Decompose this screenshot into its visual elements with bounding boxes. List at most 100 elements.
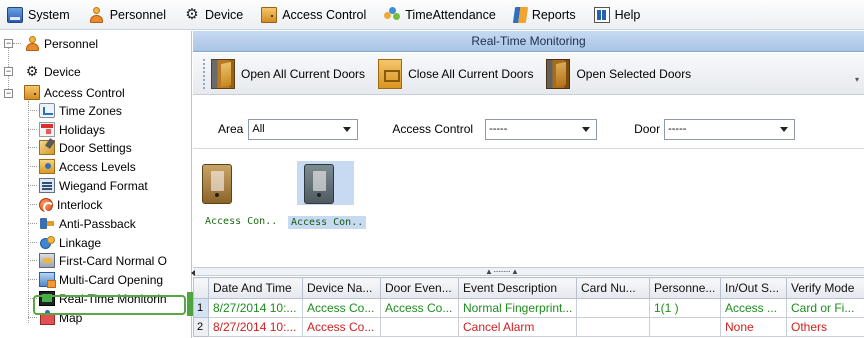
tree-item-door-settings[interactable]: Door Settings [28, 138, 132, 157]
tree-item-label: Interlock [57, 197, 103, 212]
tree-item-linkage[interactable]: Linkage [28, 233, 102, 252]
tree-item-personnel[interactable]: − Personnel [4, 34, 98, 53]
real-time-monitoring-highlight [33, 295, 186, 315]
anti-passback-icon [39, 216, 55, 231]
open-selected-door-icon [546, 58, 571, 89]
column-header[interactable]: Date And Time [208, 277, 303, 299]
table-cell: Cancel Alarm [458, 317, 577, 337]
menu-device-label: Device [204, 7, 244, 22]
open-all-doors-button[interactable]: Open All Current Doors [211, 58, 365, 89]
menu-time-attendance[interactable]: TimeAttendance [381, 4, 499, 26]
menu-help-label: Help [614, 7, 641, 22]
close-all-doors-label: Close All Current Doors [408, 66, 534, 81]
door-select[interactable]: ----- [664, 118, 796, 140]
panel-splitter[interactable]: ▲ ·········· ▲ [191, 267, 864, 276]
tree-item-label: Time Zones [59, 103, 122, 118]
multi-card-icon [39, 272, 56, 288]
access-control-icon [24, 85, 40, 100]
menu-personnel-label: Personnel [109, 7, 166, 22]
collapse-toggle-icon[interactable]: − [4, 67, 13, 76]
table-cell: None [720, 317, 787, 337]
door-select-value: ----- [668, 122, 687, 135]
area-label: Area [218, 122, 244, 136]
tree-item-label: Access Levels [59, 159, 136, 174]
tree-item-access-levels[interactable]: Access Levels [28, 157, 136, 176]
column-header[interactable]: Card Nu... [576, 277, 650, 299]
interlock-icon [39, 197, 54, 213]
menu-help[interactable]: Help [591, 4, 644, 26]
menu-reports-label: Reports [531, 7, 576, 22]
menu-system[interactable]: System [4, 4, 73, 26]
access-control-select[interactable]: ----- [485, 118, 598, 140]
system-icon [7, 6, 23, 23]
menu-access-control-label: Access Control [282, 7, 367, 22]
tree-item-label: Linkage [59, 235, 102, 250]
toolbar-overflow-icon[interactable]: ▾ [855, 76, 861, 84]
toolbar-grip[interactable] [203, 58, 206, 89]
door-label: Door [634, 122, 661, 136]
tree-item-interlock[interactable]: Interlock [28, 195, 103, 214]
menu-personnel[interactable]: Personnel [85, 4, 169, 26]
menu-time-attendance-label: TimeAttendance [405, 7, 496, 22]
tree-item-anti-passback[interactable]: Anti-Passback [28, 214, 136, 233]
door-label: Access Con.. [205, 216, 278, 227]
grid-header-row: Date And Time Device Na... Door Even... … [193, 277, 864, 299]
table-cell [380, 317, 459, 337]
menu-access-control[interactable]: Access Control [258, 4, 369, 26]
splitter-left-arrow-icon[interactable] [191, 270, 195, 276]
access-levels-icon [39, 159, 55, 174]
splitter-grip-icon[interactable]: ▲ ·········· ▲ [485, 268, 519, 276]
open-selected-doors-button[interactable]: Open Selected Doors [546, 58, 691, 89]
tree-item-label: Wiegand Format [59, 178, 148, 193]
menu-bar: System Personnel ⚙ Device Access Control… [0, 0, 864, 30]
tree-item-access-control[interactable]: − Access Control [4, 83, 125, 102]
tree-item-multi-card[interactable]: Multi-Card Opening [28, 270, 163, 289]
tree-item-label: First-Card Normal O [59, 253, 168, 268]
door-label: Access Con.. [288, 216, 367, 229]
table-cell: 8/27/2014 10:... [208, 317, 303, 337]
tree-item-label: Door Settings [59, 140, 132, 155]
door-item[interactable]: Access Con.. [197, 149, 287, 227]
collapse-toggle-icon[interactable]: − [4, 89, 13, 98]
tree-item-wiegand-format[interactable]: Wiegand Format [28, 176, 148, 195]
panel-title: Real-Time Monitoring [193, 31, 864, 52]
close-door-icon [378, 58, 403, 89]
chevron-down-icon [343, 126, 352, 132]
table-row[interactable]: 2 8/27/2014 10:... Access Co... Cancel A… [193, 317, 864, 337]
access-control-icon [261, 6, 278, 23]
table-cell: 1(1 ) [649, 298, 721, 318]
filter-row: Area All Access Control ----- Door ----- [193, 117, 864, 141]
table-cell: Card or Fi... [786, 298, 864, 318]
column-header[interactable]: Verify Mode [786, 277, 864, 299]
time-attendance-icon [384, 6, 401, 23]
tree-item-holidays[interactable]: Holidays [28, 120, 106, 139]
column-header[interactable]: Door Even... [380, 277, 459, 299]
table-cell: Access ... [720, 298, 787, 318]
table-row[interactable]: 1 8/27/2014 10:... Access Co... Access C… [193, 298, 864, 318]
table-cell [649, 317, 721, 337]
tree-item-time-zones[interactable]: Time Zones [28, 101, 122, 120]
tree-item-label: Holidays [59, 122, 106, 137]
column-header[interactable]: In/Out S... [720, 277, 787, 299]
area-select[interactable]: All [248, 118, 359, 140]
tree-item-device[interactable]: − ⚙ Device [4, 62, 81, 81]
column-header[interactable]: Device Na... [302, 277, 381, 299]
row-number: 1 [193, 298, 209, 318]
table-cell: Access Co... [302, 317, 381, 337]
collapse-toggle-icon[interactable]: − [4, 39, 13, 48]
linkage-icon [39, 235, 55, 250]
tree-item-first-card[interactable]: First-Card Normal O [28, 251, 168, 270]
door-icon [202, 164, 232, 204]
menu-device[interactable]: ⚙ Device [181, 4, 246, 26]
close-all-doors-button[interactable]: Close All Current Doors [378, 58, 534, 89]
door-item-selected[interactable]: Access Con.. [284, 149, 374, 229]
menu-system-label: System [28, 7, 70, 22]
tree-item-label: Personnel [44, 36, 99, 51]
tree-item-label: Device [44, 64, 81, 79]
column-header[interactable]: Personne... [649, 277, 721, 299]
open-door-icon [211, 58, 235, 89]
column-header[interactable]: Event Description [458, 277, 577, 299]
row-number: 2 [193, 317, 209, 337]
table-cell: 8/27/2014 10:... [208, 298, 303, 318]
menu-reports[interactable]: Reports [511, 4, 579, 26]
